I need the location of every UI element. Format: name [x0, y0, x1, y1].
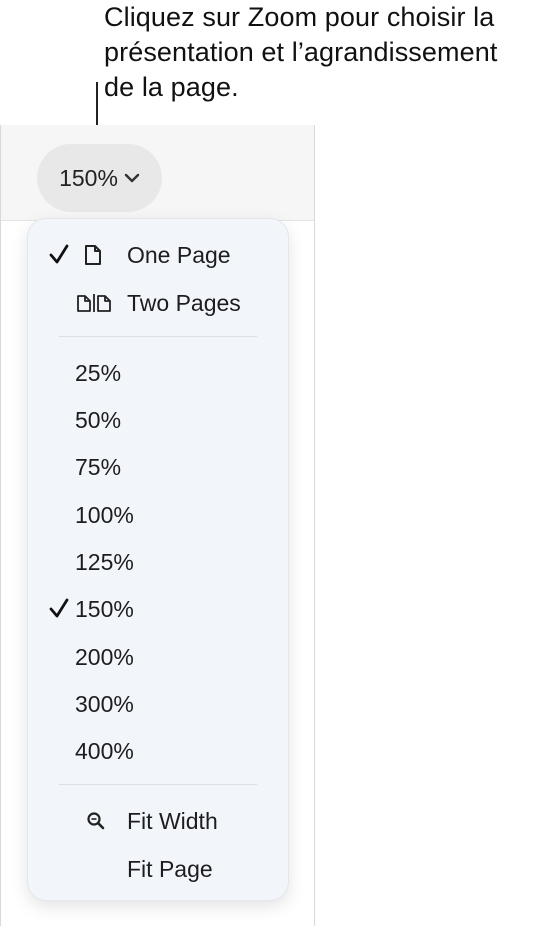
menu-item-label: Two Pages [127, 290, 241, 316]
callout-text: Cliquez sur Zoom pour choisir la présent… [104, 2, 498, 102]
zoom-button-label: 150% [59, 164, 118, 191]
menu-item-label: 25% [75, 360, 122, 386]
menu-item-zoom-200[interactable]: 200% [28, 637, 288, 677]
magnifier-icon [87, 812, 105, 830]
menu-item-zoom-150[interactable]: 150% [28, 589, 288, 629]
chevron-down-icon [124, 173, 140, 183]
menu-item-two-pages[interactable]: Two Pages [28, 283, 288, 323]
menu-item-label: 50% [75, 407, 122, 433]
menu-item-zoom-25[interactable]: 25% [28, 353, 288, 393]
menu-item-zoom-100[interactable]: 100% [28, 495, 288, 535]
two-pages-icon [77, 294, 111, 312]
menu-separator [59, 336, 257, 337]
menu-item-label: 300% [75, 691, 134, 717]
menu-item-fit-width[interactable]: Fit Width [28, 801, 288, 841]
menu-item-label: 200% [75, 644, 134, 670]
checkmark-icon [49, 244, 69, 264]
single-page-icon [85, 245, 101, 265]
menu-item-label: 100% [75, 502, 134, 528]
menu-item-label: 125% [75, 549, 134, 575]
menu-item-zoom-75[interactable]: 75% [28, 447, 288, 487]
zoom-menu: One Page Two Pages 25% 50% 75% 100% 125%… [28, 219, 288, 900]
menu-item-label: Fit Page [127, 856, 213, 882]
menu-item-fit-page[interactable]: Fit Page [28, 849, 288, 889]
checkmark-icon [49, 598, 69, 618]
menu-separator [59, 784, 257, 785]
menu-item-label: 75% [75, 454, 122, 480]
menu-item-one-page[interactable]: One Page [28, 235, 288, 275]
menu-item-zoom-400[interactable]: 400% [28, 731, 288, 771]
menu-item-label: Fit Width [127, 808, 218, 834]
menu-item-zoom-300[interactable]: 300% [28, 684, 288, 724]
menu-item-label: 150% [75, 596, 134, 622]
menu-item-zoom-50[interactable]: 50% [28, 400, 288, 440]
menu-item-label: One Page [127, 242, 231, 268]
menu-item-zoom-125[interactable]: 125% [28, 542, 288, 582]
zoom-button[interactable]: 150% [37, 144, 162, 212]
menu-item-label: 400% [75, 738, 134, 764]
